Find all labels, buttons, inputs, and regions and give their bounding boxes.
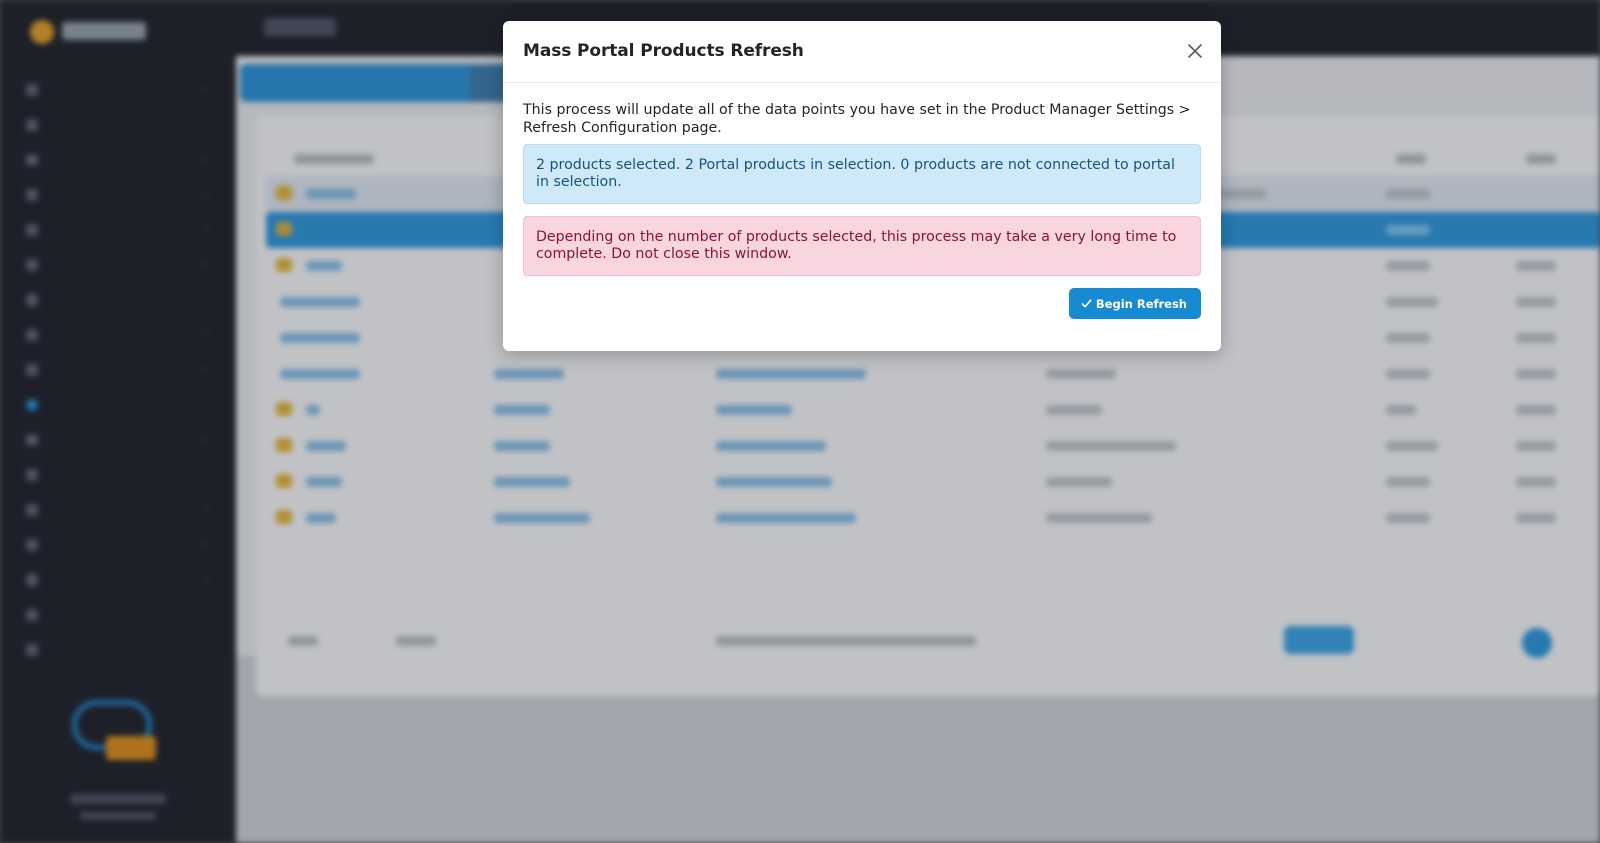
begin-refresh-label: Begin Refresh (1095, 296, 1187, 311)
modal-title: Mass Portal Products Refresh (523, 41, 804, 61)
check-icon (1081, 299, 1092, 308)
mass-refresh-modal: Mass Portal Products Refresh This proces… (503, 21, 1221, 351)
modal-body: This process will update all of the data… (523, 101, 1201, 276)
modal-description: This process will update all of the data… (523, 102, 1191, 136)
close-button[interactable] (1183, 39, 1207, 63)
modal-header: Mass Portal Products Refresh (503, 21, 1221, 83)
close-icon (1188, 44, 1202, 58)
long-process-warning-alert: Depending on the number of products sele… (523, 216, 1201, 276)
selection-info-alert: 2 products selected. 2 Portal products i… (523, 144, 1201, 204)
begin-refresh-button[interactable]: Begin Refresh (1068, 288, 1201, 319)
